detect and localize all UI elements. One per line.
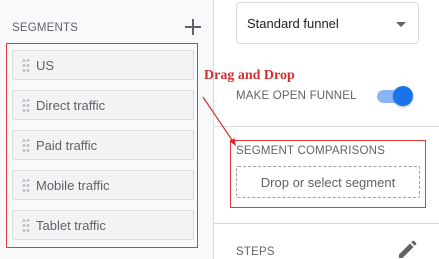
open-funnel-label: MAKE OPEN FUNNEL — [236, 90, 357, 102]
drop-zone-placeholder: Drop or select segment — [260, 174, 396, 190]
drag-handle-icon[interactable] — [22, 98, 30, 114]
pencil-icon[interactable] — [396, 239, 418, 259]
drag-and-drop-annotation: Drag and Drop — [204, 68, 295, 83]
segment-item-us[interactable]: US — [12, 50, 194, 80]
segment-drop-zone[interactable]: Drop or select segment — [236, 166, 420, 198]
segment-item-paid-traffic[interactable]: Paid traffic — [12, 130, 194, 160]
drag-handle-icon[interactable] — [22, 58, 30, 74]
drag-handle-icon[interactable] — [22, 218, 30, 234]
segments-panel: SEGMENTS US Direct traffic Paid traffic … — [0, 0, 214, 259]
segment-item-mobile-traffic[interactable]: Mobile traffic — [12, 170, 194, 200]
segment-comparisons-section: SEGMENT COMPARISONS Drop or select segme… — [230, 140, 426, 208]
funnel-type-value: Standard funnel — [247, 16, 339, 31]
segment-item-tablet-traffic[interactable]: Tablet traffic — [12, 210, 194, 240]
segment-label: Paid traffic — [36, 138, 98, 153]
segment-comparisons-title: SEGMENT COMPARISONS — [236, 145, 386, 157]
segment-label: Tablet traffic — [36, 218, 106, 233]
plus-icon[interactable] — [180, 14, 206, 40]
section-divider — [214, 126, 439, 127]
drag-handle-icon[interactable] — [22, 138, 30, 154]
toggle-thumb — [393, 86, 413, 106]
section-divider — [214, 223, 439, 224]
segment-list: US Direct traffic Paid traffic Mobile tr… — [6, 43, 198, 248]
drag-handle-icon[interactable] — [22, 178, 30, 194]
segments-title: SEGMENTS — [12, 22, 79, 34]
caret-down-icon — [396, 22, 406, 27]
segment-label: US — [36, 58, 55, 73]
segment-label: Direct traffic — [36, 98, 106, 113]
open-funnel-toggle[interactable] — [377, 86, 413, 106]
segment-item-direct-traffic[interactable]: Direct traffic — [12, 90, 194, 120]
funnel-type-select[interactable]: Standard funnel — [236, 2, 419, 44]
steps-title: STEPS — [236, 246, 275, 258]
segment-label: Mobile traffic — [36, 178, 110, 193]
segments-header: SEGMENTS — [12, 14, 201, 40]
